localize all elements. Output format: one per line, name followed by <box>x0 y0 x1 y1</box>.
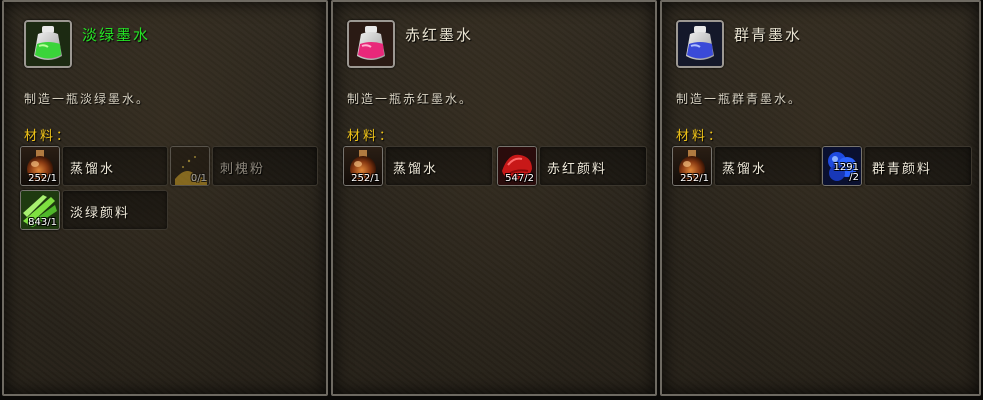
recipe-title: 赤红墨水 <box>405 26 474 44</box>
blue-pigment-icon[interactable]: 1291 /2 <box>822 146 862 186</box>
distilled-water-flask-icon[interactable]: 252/1 <box>20 146 60 186</box>
reagent-name: 群青颜料 <box>872 162 933 177</box>
recipe-title: 群青墨水 <box>734 26 803 44</box>
recipe-panel-red-ink: 赤红墨水 制造一瓶赤红墨水。 材料： 252/1 蒸馏水 547/2 赤红颜料 <box>331 0 657 396</box>
reagent-count: 547/2 <box>505 173 534 184</box>
reagent-count: 252/1 <box>28 173 57 184</box>
reagent-name: 刺槐粉 <box>220 162 266 177</box>
reagent-name: 淡绿颜料 <box>70 206 131 221</box>
reagent-count: 252/1 <box>680 173 709 184</box>
distilled-water-flask-icon[interactable]: 252/1 <box>672 146 712 186</box>
green-pigment-icon[interactable]: 843/1 <box>20 190 60 230</box>
materials-label: 材料： <box>347 129 396 144</box>
reagent-name: 赤红颜料 <box>547 162 608 177</box>
light-green-ink-bottle-icon[interactable] <box>24 20 72 68</box>
materials-label: 材料： <box>676 129 725 144</box>
recipe-panel-ultramarine-ink: 群青墨水 制造一瓶群青墨水。 材料： 252/1 蒸馏水 1291 /2 群青颜… <box>660 0 981 396</box>
materials-label: 材料： <box>24 129 73 144</box>
reagent-name: 蒸馏水 <box>70 162 116 177</box>
recipe-description: 制造一瓶群青墨水。 <box>676 92 803 106</box>
recipe-description: 制造一瓶淡绿墨水。 <box>24 92 151 106</box>
distilled-water-flask-icon[interactable]: 252/1 <box>343 146 383 186</box>
reagent-name: 蒸馏水 <box>722 162 768 177</box>
reagent-count: 252/1 <box>351 173 380 184</box>
recipe-description: 制造一瓶赤红墨水。 <box>347 92 474 106</box>
recipe-title: 淡绿墨水 <box>82 26 151 44</box>
red-ink-bottle-icon[interactable] <box>347 20 395 68</box>
powder-pile-icon[interactable]: 0/1 <box>170 146 210 186</box>
reagent-name: 蒸馏水 <box>393 162 439 177</box>
reagent-count: 1291 /2 <box>833 162 859 183</box>
red-pigment-icon[interactable]: 547/2 <box>497 146 537 186</box>
blue-ink-bottle-icon[interactable] <box>676 20 724 68</box>
reagent-count: 843/1 <box>28 217 57 228</box>
recipe-panel-light-green-ink: 淡绿墨水 制造一瓶淡绿墨水。 材料： 252/1 蒸馏水 0/1 刺槐粉 843… <box>2 0 328 396</box>
reagent-count: 0/1 <box>190 173 207 184</box>
